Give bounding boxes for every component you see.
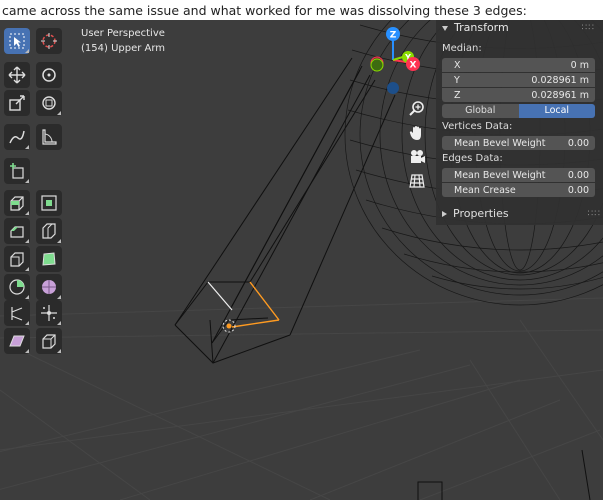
smooth-tool[interactable] [36, 274, 62, 300]
edge-slide-tool[interactable] [4, 300, 30, 326]
x-value: 0 m [570, 59, 589, 71]
y-axis-name: Y [454, 74, 460, 86]
inset-tool[interactable] [36, 190, 62, 216]
z-axis-name: Z [454, 89, 461, 101]
edge-crease-label: Mean Crease [454, 184, 516, 196]
randomize-icon [41, 305, 57, 321]
vertex-bevel-label: Mean Bevel Weight [454, 137, 546, 149]
zoom-button[interactable] [406, 98, 428, 120]
edge-slide-icon [11, 307, 23, 321]
loop-cut-tool[interactable] [36, 218, 62, 244]
measure-tool[interactable] [36, 124, 62, 150]
collapse-triangle-icon [442, 25, 448, 31]
rotate-icon [42, 68, 56, 82]
pan-button[interactable] [406, 122, 428, 144]
ortho-toggle-button[interactable] [406, 170, 428, 192]
neg-y-axis-handle [370, 58, 384, 72]
edge-crease-value: 0.00 [567, 184, 589, 196]
inset-icon [41, 195, 57, 211]
drag-handle-icon[interactable]: ∷∷ [582, 20, 595, 36]
vertex-bevel-weight-field[interactable]: Mean Bevel Weight 0.00 [442, 136, 595, 150]
zoom-icon [409, 101, 424, 116]
hand-icon [409, 126, 421, 140]
transform-panel-header[interactable]: Transform ∷∷ [436, 20, 603, 36]
edge-bevel-label: Mean Bevel Weight [454, 169, 546, 181]
3d-viewport[interactable]: User Perspective (154) Upper Arm Z Y X T… [0, 20, 603, 500]
loop-cut-icon [42, 223, 56, 239]
cursor-tool[interactable] [36, 28, 62, 54]
spin-tool[interactable] [4, 274, 30, 300]
bevel-icon [10, 226, 24, 238]
sidebar-panel: Transform ∷∷ Median: X 0 m Y 0.028961 m … [436, 20, 603, 225]
vertex-bevel-value: 0.00 [567, 137, 589, 149]
rotate-tool[interactable] [36, 62, 62, 88]
poly-build-icon [42, 252, 56, 266]
poly-build-tool[interactable] [36, 246, 62, 272]
move-icon [8, 66, 26, 84]
measure-icon [42, 129, 57, 145]
camera-icon [411, 150, 425, 163]
annotate-icon [9, 130, 25, 144]
edge-bevel-weight-field[interactable]: Mean Bevel Weight 0.00 [442, 168, 595, 182]
shear-tool[interactable] [4, 328, 30, 354]
transform-tool[interactable] [36, 90, 62, 116]
global-button[interactable]: Global [442, 104, 519, 118]
rip-icon [42, 334, 56, 349]
drag-handle-icon[interactable]: ∷∷ [588, 206, 601, 222]
properties-title: Properties [453, 207, 509, 220]
local-button[interactable]: Local [518, 104, 595, 118]
expand-triangle-icon [442, 211, 447, 217]
z-value: 0.028961 m [531, 89, 589, 101]
extrude-tool[interactable] [4, 190, 30, 216]
transform-icon [42, 96, 56, 110]
add-cube-tool[interactable] [4, 158, 30, 184]
median-z-field[interactable]: Z 0.028961 m [442, 88, 595, 102]
x-axis-name: X [454, 59, 461, 71]
scale-tool[interactable] [4, 90, 30, 116]
extrude-icon [10, 196, 24, 211]
x-axis-label: X [410, 61, 417, 71]
add-cube-icon [10, 163, 24, 179]
active-edge [207, 281, 233, 311]
select-box-tool[interactable] [4, 28, 30, 54]
move-tool[interactable] [4, 62, 30, 88]
properties-panel-header[interactable]: Properties ∷∷ [436, 206, 603, 222]
transform-title: Transform [454, 21, 509, 34]
post-caption: came across the same issue and what work… [2, 3, 527, 18]
space-toggle: Global Local [442, 104, 595, 118]
neg-z-axis-handle [387, 82, 399, 94]
cursor-icon [41, 33, 57, 49]
vertices-data-label: Vertices Data: [442, 121, 513, 132]
smooth-icon [42, 280, 56, 294]
y-value: 0.028961 m [531, 74, 589, 86]
object-label: (154) Upper Arm [81, 43, 166, 54]
viewport-info: User Perspective (154) Upper Arm [81, 26, 165, 56]
grid-icon [409, 174, 425, 188]
arm-wireframe [174, 57, 396, 364]
navigation-gizmo[interactable]: Z Y X [360, 22, 430, 102]
knife-tool[interactable] [4, 246, 30, 272]
scale-icon [9, 95, 25, 111]
knife-icon [10, 252, 24, 267]
view-name: User Perspective [81, 28, 165, 39]
selected-edges [231, 281, 280, 328]
median-label: Median: [442, 43, 482, 54]
z-axis-label: Z [390, 31, 397, 41]
select-box-icon [9, 33, 25, 49]
randomize-tool[interactable] [36, 300, 62, 326]
edge-bevel-value: 0.00 [567, 169, 589, 181]
edges-data-label: Edges Data: [442, 153, 503, 164]
shear-icon [9, 335, 25, 347]
median-y-field[interactable]: Y 0.028961 m [442, 73, 595, 87]
rip-tool[interactable] [36, 328, 62, 354]
edge-crease-field[interactable]: Mean Crease 0.00 [442, 183, 595, 197]
median-x-field[interactable]: X 0 m [442, 58, 595, 72]
annotate-tool[interactable] [4, 124, 30, 150]
camera-view-button[interactable] [406, 146, 428, 168]
spin-icon [9, 279, 25, 295]
bevel-tool[interactable] [4, 218, 30, 244]
